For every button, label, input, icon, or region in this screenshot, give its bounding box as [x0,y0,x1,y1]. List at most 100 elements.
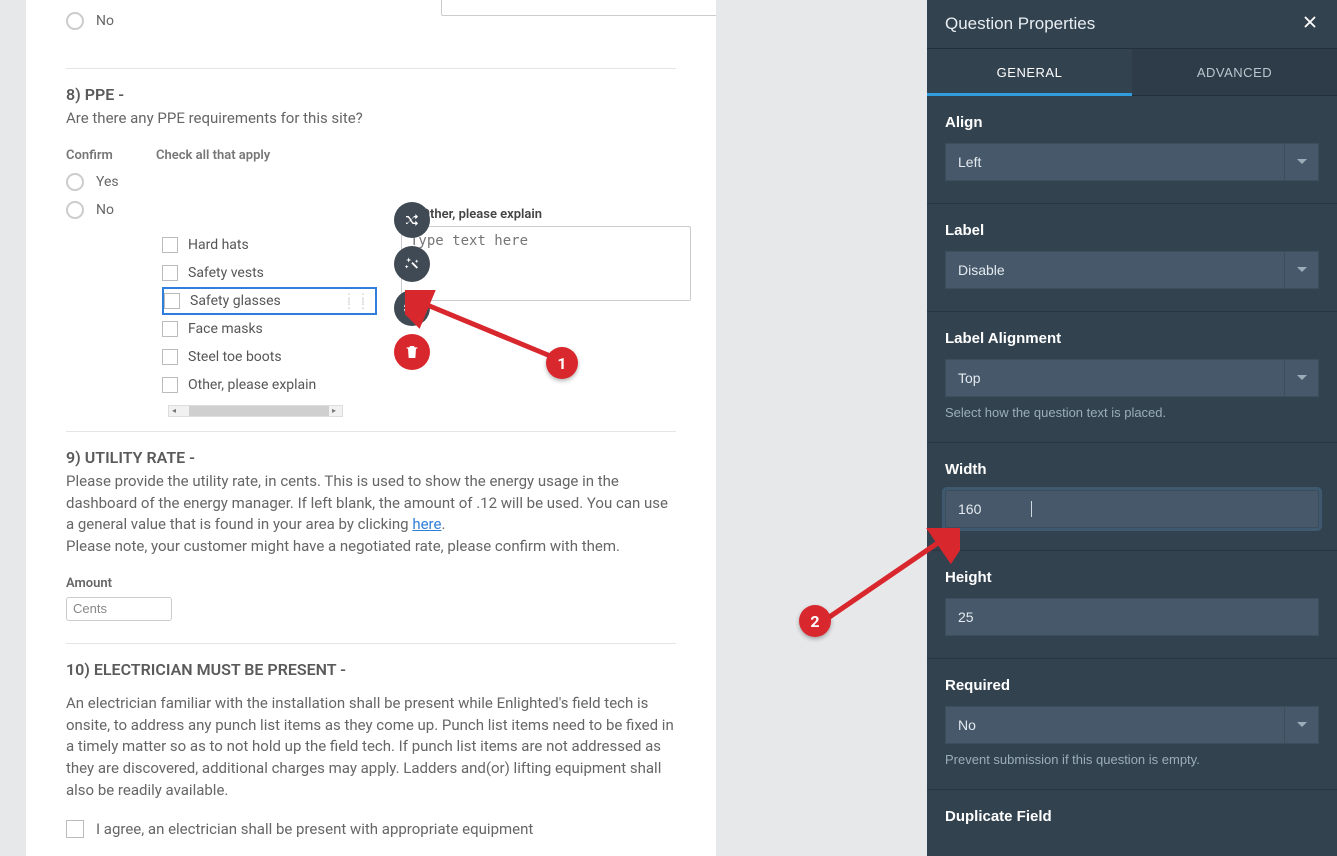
label-alignment-value: Top [946,360,1284,396]
question-9: 9) UTILITY RATE - Please provide the uti… [66,448,676,621]
tab-advanced[interactable]: ADVANCED [1132,49,1337,95]
radio-label: No [96,202,114,218]
check-face-masks[interactable]: Face masks [162,315,377,343]
height-label: Height [945,569,1319,586]
radio-icon [66,173,84,191]
check-label: Hard hats [188,237,249,253]
chevron-down-icon [1284,707,1318,743]
prev-textarea-tail[interactable] [441,0,716,16]
width-label: Width [945,461,1319,478]
chevron-down-icon [1284,360,1318,396]
other-explain-label: Other, please explain [421,207,691,222]
required-help: Prevent submission if this question is e… [945,752,1319,767]
amount-input[interactable] [66,597,172,621]
check-hard-hats[interactable]: Hard hats [162,231,377,259]
q9-desc-text3: Please note, your customer might have a … [66,537,620,555]
checkbox-icon [164,293,180,309]
annotation-arrow-2 [820,528,960,628]
scroll-left-icon[interactable]: ◂ [169,406,179,415]
width-input[interactable]: 160 [945,490,1319,528]
bubble-number: 1 [557,354,566,373]
annotation-bubble-2: 2 [799,605,831,637]
agree-checkbox-row[interactable]: I agree, an electrician shall be present… [66,820,676,838]
check-label: Other, please explain [188,377,316,393]
check-label: Safety glasses [190,293,281,309]
close-icon [1301,13,1319,31]
amount-label: Amount [66,576,676,591]
required-select[interactable]: No [945,706,1319,744]
q8-title: 8) PPE - [66,85,676,104]
tab-general[interactable]: GENERAL [927,49,1132,95]
check-label: Face masks [188,321,263,337]
required-value: No [946,707,1284,743]
check-safety-glasses-selected[interactable]: Safety glasses ⋮⋮⋮⋮ [162,287,377,315]
wand-button[interactable] [394,246,430,282]
field-width: Width 160 [927,443,1337,551]
checkbox-icon [162,349,178,365]
field-label-alignment: Label Alignment Top Select how the quest… [927,312,1337,443]
close-button[interactable] [1301,11,1319,37]
panel-title: Question Properties [945,14,1095,34]
checkbox-icon [162,377,178,393]
wand-icon [404,256,420,272]
field-required: Required No Prevent submission if this q… [927,659,1337,790]
scroll-right-icon[interactable]: ▸ [329,406,339,415]
field-align: Align Left [927,96,1337,204]
checkbox-icon [162,237,178,253]
scroll-thumb[interactable] [189,406,329,416]
here-link[interactable]: here [412,515,441,533]
height-input[interactable] [945,598,1319,636]
q8-desc: Are there any PPE requirements for this … [66,108,676,130]
chevron-down-icon [1284,144,1318,180]
q9-desc-text: Please provide the utility rate, in cent… [66,472,668,534]
form-canvas: No 8) PPE - Are there any PPE requiremen… [26,0,716,856]
field-height: Height [927,551,1337,659]
duplicate-label: Duplicate Field [945,808,1319,825]
check-safety-vests[interactable]: Safety vests [162,259,377,287]
q10-desc: An electrician familiar with the install… [66,693,676,802]
bubble-number: 2 [810,612,819,631]
chevron-down-icon [1284,252,1318,288]
label-alignment-select[interactable]: Top [945,359,1319,397]
confirm-yes[interactable]: Yes [66,173,156,191]
question-10: 10) ELECTRICIAN MUST BE PRESENT - An ele… [66,660,676,838]
q9-desc: Please provide the utility rate, in cent… [66,471,676,558]
radio-label: Yes [96,174,119,190]
shuffle-icon [404,212,420,228]
confirm-heading: Confirm [66,148,156,163]
prev-question-no-option[interactable]: No [66,12,114,30]
q9-title: 9) UTILITY RATE - [66,448,676,467]
check-all-heading: Check all that apply [156,148,377,163]
radio-label: No [96,13,114,29]
label-label: Label [945,222,1319,239]
check-other[interactable]: Other, please explain [162,371,377,399]
check-label: Steel toe boots [188,349,282,365]
label-select[interactable]: Disable [945,251,1319,289]
align-select[interactable]: Left [945,143,1319,181]
label-alignment-help: Select how the question text is placed. [945,405,1319,420]
width-value: 160 [958,501,981,517]
properties-panel: Question Properties GENERAL ADVANCED Ali… [927,0,1337,856]
drag-handle-icon[interactable]: ⋮⋮⋮⋮ [343,295,371,307]
confirm-no[interactable]: No [66,201,156,219]
annotation-bubble-1: 1 [546,347,578,379]
radio-icon [66,201,84,219]
checkbox-icon [162,321,178,337]
divider [66,68,676,69]
agree-label: I agree, an electrician shall be present… [96,820,533,838]
divider [66,431,676,432]
text-cursor [1031,501,1032,517]
label-alignment-label: Label Alignment [945,330,1319,347]
checkbox-icon [162,265,178,281]
check-steel-toe[interactable]: Steel toe boots [162,343,377,371]
divider [66,643,676,644]
shuffle-button[interactable] [394,202,430,238]
radio-icon [66,12,84,30]
required-label: Required [945,677,1319,694]
align-label: Align [945,114,1319,131]
checkbox-icon [66,820,84,838]
q9-desc-text2: . [441,515,445,533]
q10-title: 10) ELECTRICIAN MUST BE PRESENT - [66,660,676,679]
field-duplicate: Duplicate Field [927,790,1337,856]
horizontal-scrollbar[interactable]: ◂ ▸ [168,405,343,417]
